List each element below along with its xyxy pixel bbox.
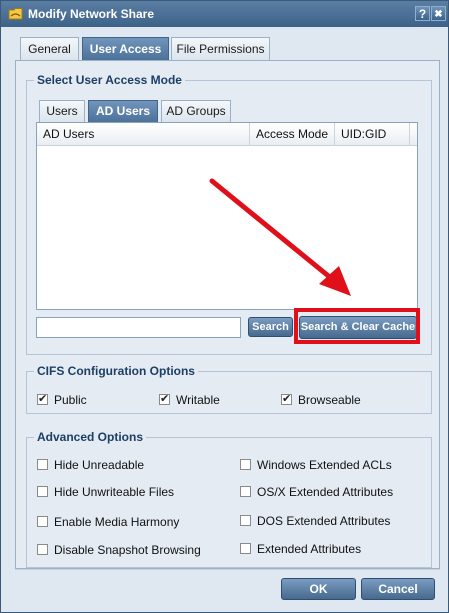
inner-tab-ad-users[interactable]: AD Users bbox=[88, 100, 158, 122]
search-button[interactable]: Search bbox=[248, 317, 293, 337]
highlight-box bbox=[294, 308, 420, 344]
tab-file-permissions[interactable]: File Permissions bbox=[171, 37, 270, 60]
user-access-mode-title: Select User Access Mode bbox=[37, 73, 182, 87]
extended-attributes-label: Extended Attributes bbox=[257, 542, 362, 556]
cancel-button[interactable]: Cancel bbox=[361, 578, 435, 600]
osx-extended-attributes-label: OS/X Extended Attributes bbox=[257, 485, 394, 499]
checkbox-icon[interactable] bbox=[37, 486, 48, 497]
checkbox-icon[interactable] bbox=[240, 486, 251, 497]
checkbox-checked-icon[interactable] bbox=[281, 392, 292, 405]
search-input[interactable] bbox=[36, 317, 241, 338]
footer-divider bbox=[15, 569, 440, 570]
column-header-uid-gid[interactable]: UID:GID bbox=[335, 123, 410, 145]
disable-snapshot-browsing-label: Disable Snapshot Browsing bbox=[54, 543, 201, 557]
checkbox-icon[interactable] bbox=[240, 459, 251, 470]
checkbox-icon[interactable] bbox=[240, 515, 251, 526]
annotation-arrow-icon bbox=[209, 178, 351, 296]
cifs-options-group: CIFS Configuration Options bbox=[26, 364, 432, 414]
folder-share-icon bbox=[8, 8, 23, 20]
checkbox-checked-icon[interactable] bbox=[159, 392, 170, 405]
title-bar[interactable]: Modify Network Share ? ✖ bbox=[1, 1, 448, 27]
browseable-label: Browseable bbox=[298, 393, 361, 407]
ok-button[interactable]: OK bbox=[281, 578, 356, 600]
window-title: Modify Network Share bbox=[28, 7, 155, 21]
checkbox-icon[interactable] bbox=[37, 516, 48, 527]
writable-label: Writable bbox=[176, 393, 220, 407]
checkbox-checked-icon[interactable] bbox=[37, 392, 48, 405]
advanced-options-title: Advanced Options bbox=[37, 430, 144, 444]
checkbox-icon[interactable] bbox=[37, 459, 48, 470]
public-label: Public bbox=[54, 393, 87, 407]
help-icon[interactable]: ? bbox=[415, 6, 430, 21]
column-header-ad-users[interactable]: AD Users bbox=[37, 123, 250, 145]
hide-unreadable-label: Hide Unreadable bbox=[54, 458, 145, 472]
column-header-access-mode[interactable]: Access Mode bbox=[250, 123, 335, 145]
windows-extended-acls-label: Windows Extended ACLs bbox=[257, 458, 392, 472]
grid-header: AD Users Access Mode UID:GID bbox=[37, 123, 417, 146]
cifs-options-title: CIFS Configuration Options bbox=[37, 364, 195, 378]
hide-unwriteable-files-label: Hide Unwriteable Files bbox=[54, 485, 175, 499]
close-icon[interactable]: ✖ bbox=[431, 6, 446, 21]
enable-media-harmony-label: Enable Media Harmony bbox=[54, 515, 180, 529]
tab-user-access[interactable]: User Access bbox=[82, 37, 169, 60]
inner-tab-users[interactable]: Users bbox=[39, 100, 85, 122]
checkbox-icon[interactable] bbox=[37, 544, 48, 555]
inner-tab-ad-groups[interactable]: AD Groups bbox=[161, 100, 231, 122]
dos-extended-attributes-label: DOS Extended Attributes bbox=[257, 514, 391, 528]
checkbox-icon[interactable] bbox=[240, 543, 251, 554]
modify-network-share-dialog: Modify Network Share ? ✖ General User Ac… bbox=[0, 0, 449, 613]
tab-general[interactable]: General bbox=[20, 37, 79, 60]
